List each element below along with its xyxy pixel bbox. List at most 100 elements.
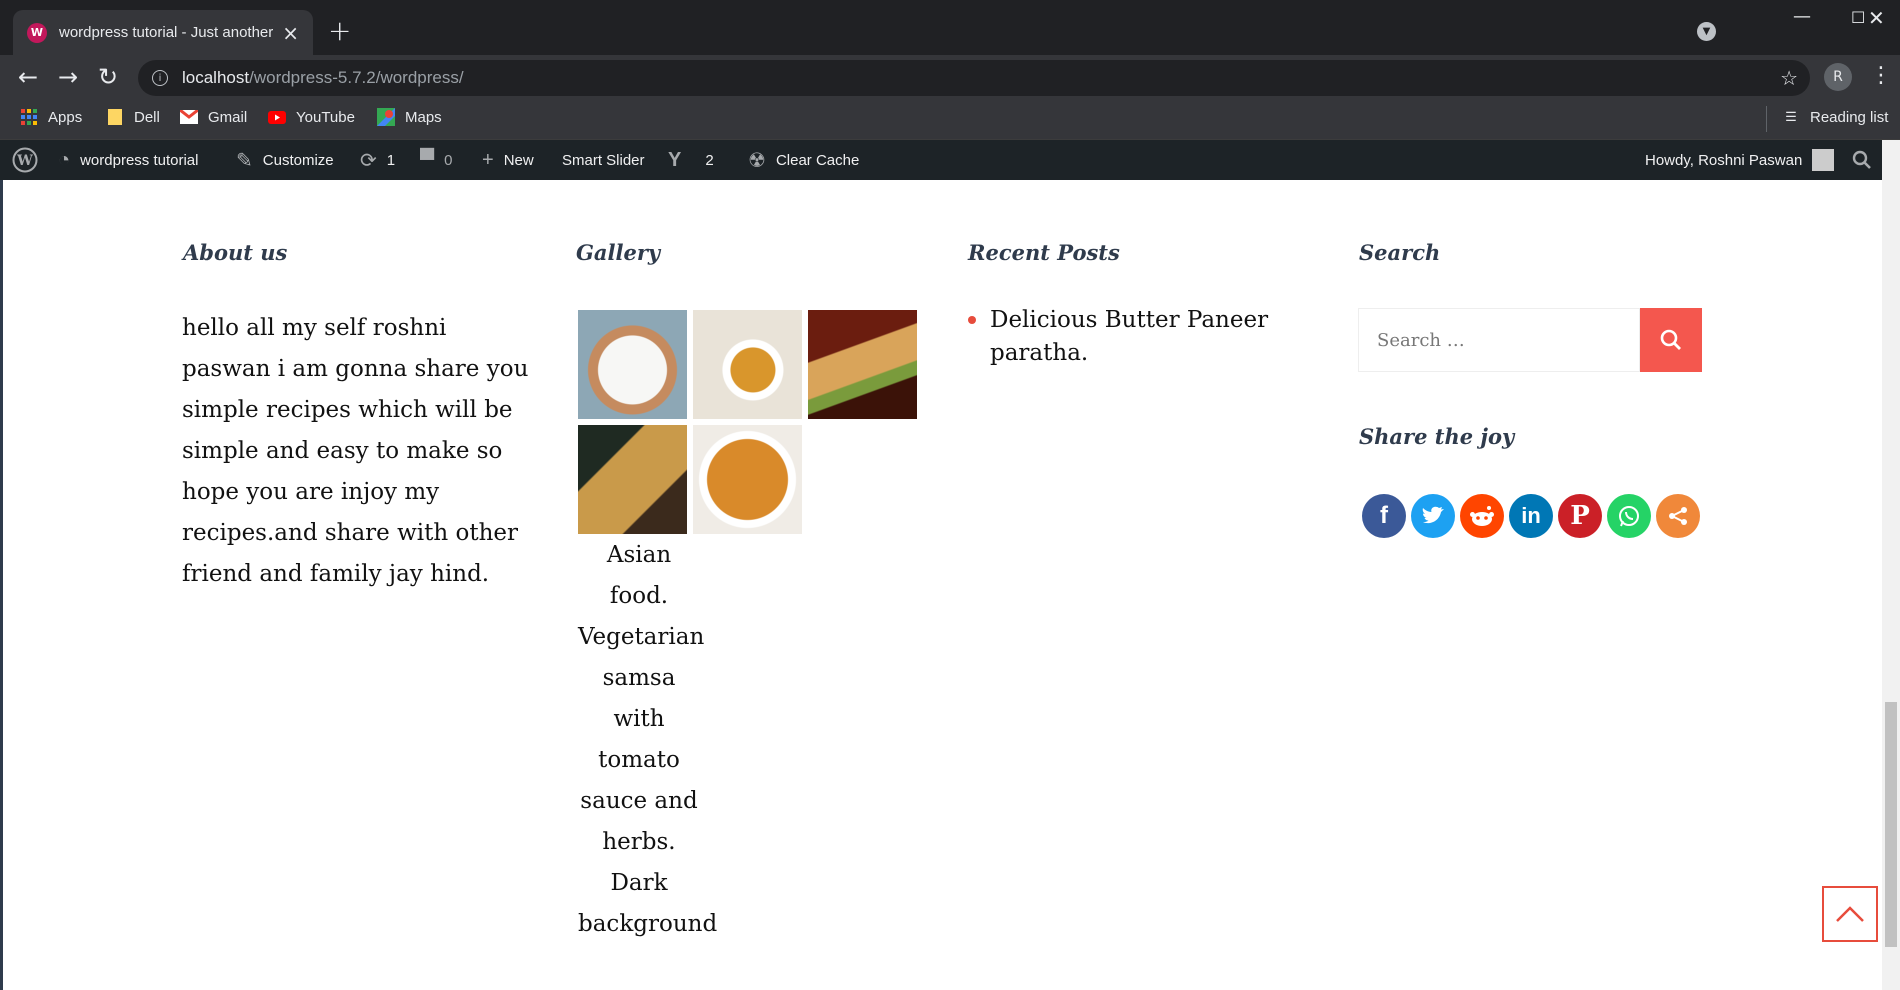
close-window-icon[interactable]: ✕ bbox=[1868, 6, 1885, 30]
site-name-menu[interactable]: ◔ wordpress tutorial bbox=[58, 140, 198, 180]
maximize-icon[interactable]: ☐ bbox=[1851, 8, 1865, 27]
search-icon bbox=[1660, 329, 1681, 350]
reload-icon[interactable]: ↻ bbox=[98, 63, 118, 91]
cache-cheetah-icon: ☢ bbox=[748, 149, 766, 172]
reading-list-button[interactable]: ☰ Reading list bbox=[1782, 108, 1888, 126]
reading-list-icon: ☰ bbox=[1785, 109, 1797, 124]
howdy-label: Howdy, Roshni Paswan bbox=[1645, 151, 1803, 169]
bookmark-youtube[interactable]: YouTube bbox=[268, 108, 355, 126]
youtube-icon bbox=[268, 108, 286, 126]
address-bar[interactable]: i localhost/wordpress-5.7.2/wordpress/ ☆ bbox=[138, 60, 1810, 96]
plus-icon: + bbox=[482, 148, 494, 171]
url-text: localhost/wordpress-5.7.2/wordpress/ bbox=[182, 68, 464, 87]
profile-avatar[interactable]: R bbox=[1824, 63, 1852, 91]
bookmark-label: Gmail bbox=[208, 108, 248, 126]
back-icon[interactable]: ← bbox=[18, 63, 38, 91]
comments-count: 0 bbox=[444, 151, 453, 169]
bookmark-label: Dell bbox=[134, 108, 160, 126]
site-info-icon[interactable]: i bbox=[152, 70, 168, 86]
whatsapp-icon[interactable] bbox=[1607, 494, 1651, 538]
apps-grid-icon bbox=[20, 108, 38, 126]
smart-slider-label: Smart Slider bbox=[562, 151, 645, 169]
updates-count: 1 bbox=[386, 151, 396, 169]
customize-button[interactable]: ✎ Customize bbox=[236, 140, 334, 180]
scrollbar-thumb[interactable] bbox=[1885, 702, 1897, 947]
recent-posts-widget-title: Recent Posts bbox=[968, 240, 1120, 265]
pinterest-icon[interactable]: P bbox=[1558, 494, 1602, 538]
yoast-seo-button[interactable]: Y 2 bbox=[668, 140, 714, 180]
gallery-image-wrap[interactable] bbox=[808, 310, 917, 419]
gallery-caption: Asian food. Vegetarian samsa with tomato… bbox=[578, 542, 718, 937]
facebook-icon[interactable]: f bbox=[1362, 494, 1406, 538]
dashboard-icon: ◔ bbox=[58, 148, 71, 171]
tab-search-icon[interactable]: ▼ bbox=[1697, 22, 1716, 41]
minimize-icon[interactable]: — bbox=[1793, 6, 1811, 27]
folder-icon bbox=[106, 108, 124, 126]
bookmark-apps[interactable]: Apps bbox=[20, 108, 82, 126]
bookmark-maps[interactable]: Maps bbox=[377, 108, 442, 126]
forward-icon[interactable]: → bbox=[58, 63, 78, 91]
gallery-image-samosa[interactable] bbox=[578, 425, 687, 534]
bookmark-label: YouTube bbox=[296, 108, 355, 126]
smart-slider-button[interactable]: Smart Slider bbox=[562, 140, 645, 180]
tab-title: wordpress tutorial - Just another bbox=[59, 24, 274, 41]
close-tab-icon[interactable]: × bbox=[282, 21, 299, 45]
bookmarks-divider bbox=[1766, 106, 1767, 132]
recent-post-link[interactable]: Delicious Butter Paneer paratha. bbox=[990, 304, 1308, 370]
gallery-widget-title: Gallery bbox=[576, 240, 661, 265]
bullet-icon bbox=[968, 316, 976, 324]
gallery-image-curry[interactable] bbox=[693, 425, 802, 534]
my-account-menu[interactable]: Howdy, Roshni Paswan bbox=[1645, 140, 1835, 180]
bookmark-gmail[interactable]: Gmail bbox=[180, 108, 247, 126]
share-widget-title: Share the joy bbox=[1359, 424, 1515, 449]
search-form: Search … bbox=[1358, 308, 1702, 372]
new-label: New bbox=[503, 151, 534, 169]
about-widget-title: About us bbox=[183, 240, 288, 265]
reading-list-label: Reading list bbox=[1810, 108, 1889, 126]
gmail-icon bbox=[180, 108, 198, 126]
browser-tab[interactable]: W wordpress tutorial - Just another × bbox=[13, 10, 313, 55]
gallery-image-chickpeas[interactable] bbox=[693, 310, 802, 419]
search-submit-button[interactable] bbox=[1640, 308, 1702, 372]
page-left-edge bbox=[0, 180, 3, 990]
clear-cache-label: Clear Cache bbox=[775, 151, 860, 169]
bookmarks-bar: Apps Dell Gmail YouTube Maps ☰ Reading l… bbox=[0, 100, 1900, 140]
yoast-icon: Y bbox=[668, 148, 682, 171]
scroll-to-top-button[interactable] bbox=[1822, 886, 1878, 942]
bookmark-label: Maps bbox=[405, 108, 442, 126]
site-name-label: wordpress tutorial bbox=[80, 151, 199, 169]
comment-icon: ▀ bbox=[420, 148, 435, 171]
share-icon[interactable] bbox=[1656, 494, 1700, 538]
maps-icon bbox=[377, 108, 395, 126]
bookmark-star-icon[interactable]: ☆ bbox=[1780, 66, 1798, 90]
twitter-icon[interactable] bbox=[1411, 494, 1455, 538]
bookmark-dell[interactable]: Dell bbox=[106, 108, 160, 126]
wordpress-logo-icon[interactable]: W bbox=[12, 140, 38, 180]
recent-posts-list: Delicious Butter Paneer paratha. bbox=[968, 304, 1308, 370]
user-avatar bbox=[1812, 149, 1835, 171]
customize-label: Customize bbox=[262, 151, 334, 169]
wordpress-favicon-icon: W bbox=[27, 22, 47, 43]
clear-cache-button[interactable]: ☢ Clear Cache bbox=[748, 140, 859, 180]
search-input[interactable]: Search … bbox=[1358, 308, 1640, 372]
new-content-button[interactable]: + New bbox=[482, 140, 534, 180]
admin-search-icon[interactable] bbox=[1852, 140, 1872, 180]
bookmark-label: Apps bbox=[48, 108, 83, 126]
new-tab-button[interactable]: + bbox=[328, 14, 351, 47]
share-buttons: f in P bbox=[1362, 494, 1705, 538]
comments-button[interactable]: ▀ 0 bbox=[420, 140, 453, 180]
updates-button[interactable]: ⟳ 1 bbox=[360, 140, 395, 180]
browser-toolbar: ← → ↻ i localhost/wordpress-5.7.2/wordpr… bbox=[0, 55, 1900, 100]
chrome-menu-icon[interactable]: ⋮ bbox=[1870, 63, 1892, 88]
yoast-count: 2 bbox=[705, 151, 714, 169]
gallery-image-yogurt[interactable] bbox=[578, 310, 687, 419]
reddit-icon[interactable] bbox=[1460, 494, 1504, 538]
brush-icon: ✎ bbox=[236, 149, 253, 172]
browser-tab-strip: W wordpress tutorial - Just another × + … bbox=[0, 0, 1900, 55]
linkedin-icon[interactable]: in bbox=[1509, 494, 1553, 538]
chevron-up-icon bbox=[1836, 906, 1864, 922]
site-footer-widgets: About us hello all my self roshni paswan… bbox=[0, 180, 1882, 990]
updates-icon: ⟳ bbox=[360, 149, 377, 172]
vertical-scrollbar[interactable] bbox=[1882, 140, 1900, 990]
wp-admin-bar: W ◔ wordpress tutorial ✎ Customize ⟳ 1 ▀… bbox=[0, 140, 1882, 180]
